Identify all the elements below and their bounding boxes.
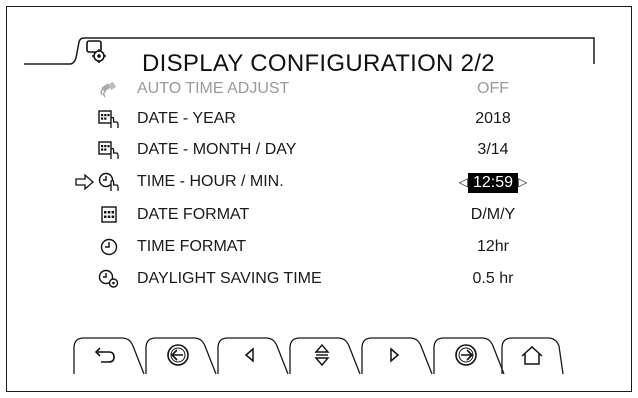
- back-button[interactable]: [72, 334, 146, 376]
- setting-row-date-month-day[interactable]: DATE - MONTH / DAY 3/14: [0, 135, 638, 165]
- circle-arrow-right-icon: [455, 344, 477, 366]
- setting-row-date-year[interactable]: DATE - YEAR 2018: [0, 104, 638, 134]
- header: DISPLAY CONFIGURATION 2/2: [24, 36, 598, 77]
- up-down-button[interactable]: [288, 334, 362, 376]
- setting-label: DATE FORMAT: [137, 206, 250, 223]
- selection-arrow-icon: [75, 173, 94, 191]
- home-button[interactable]: [500, 334, 566, 376]
- time-value-box[interactable]: 12:59: [467, 173, 519, 193]
- calendar-touch-icon: [98, 141, 119, 159]
- setting-value[interactable]: 12hr: [428, 237, 558, 257]
- right-button[interactable]: [360, 334, 434, 376]
- return-arrow-icon: [94, 347, 115, 363]
- clock-gear-icon: [98, 269, 119, 288]
- up-down-arrows-icon: [314, 343, 330, 367]
- decrement-arrow-icon[interactable]: ◁: [459, 175, 468, 189]
- next-page-button[interactable]: [432, 334, 506, 376]
- calendar-touch-icon: [98, 110, 119, 128]
- setting-label: AUTO TIME ADJUST: [137, 80, 290, 97]
- setting-value[interactable]: 0.5 hr: [428, 269, 558, 289]
- home-icon: [521, 345, 543, 365]
- setting-label: DAYLIGHT SAVING TIME: [137, 270, 322, 287]
- clock-touch-icon: [98, 172, 119, 191]
- setting-value[interactable]: 2018: [428, 109, 558, 129]
- clock-icon: [100, 238, 118, 256]
- setting-value[interactable]: OFF: [428, 79, 558, 99]
- setting-label: DATE - MONTH / DAY: [137, 141, 297, 158]
- calendar-icon: [101, 206, 117, 223]
- setting-label: TIME FORMAT: [137, 238, 247, 255]
- previous-page-button[interactable]: [144, 334, 218, 376]
- setting-value[interactable]: D/M/Y: [428, 205, 558, 225]
- display-settings-icon: [86, 40, 106, 63]
- setting-value[interactable]: 3/14: [428, 140, 558, 160]
- left-button[interactable]: [216, 334, 290, 376]
- setting-row-daylight-saving-time[interactable]: DAYLIGHT SAVING TIME 0.5 hr: [0, 264, 638, 294]
- circle-arrow-left-icon: [167, 344, 189, 366]
- triangle-right-icon: [390, 347, 400, 363]
- setting-label: DATE - YEAR: [137, 110, 236, 127]
- setting-row-auto-time-adjust[interactable]: AUTO TIME ADJUST OFF: [0, 74, 638, 104]
- setting-row-time-hour-min[interactable]: TIME - HOUR / MIN. ◁ 12:59 ▷: [0, 167, 638, 197]
- increment-arrow-icon[interactable]: ▷: [518, 175, 527, 189]
- setting-value-selected[interactable]: ◁ 12:59 ▷: [428, 172, 558, 193]
- setting-label: TIME - HOUR / MIN.: [137, 173, 284, 190]
- satellite-icon: [100, 81, 117, 98]
- setting-row-date-format[interactable]: DATE FORMAT D/M/Y: [0, 200, 638, 230]
- setting-row-time-format[interactable]: TIME FORMAT 12hr: [0, 232, 638, 262]
- triangle-left-icon: [244, 347, 254, 363]
